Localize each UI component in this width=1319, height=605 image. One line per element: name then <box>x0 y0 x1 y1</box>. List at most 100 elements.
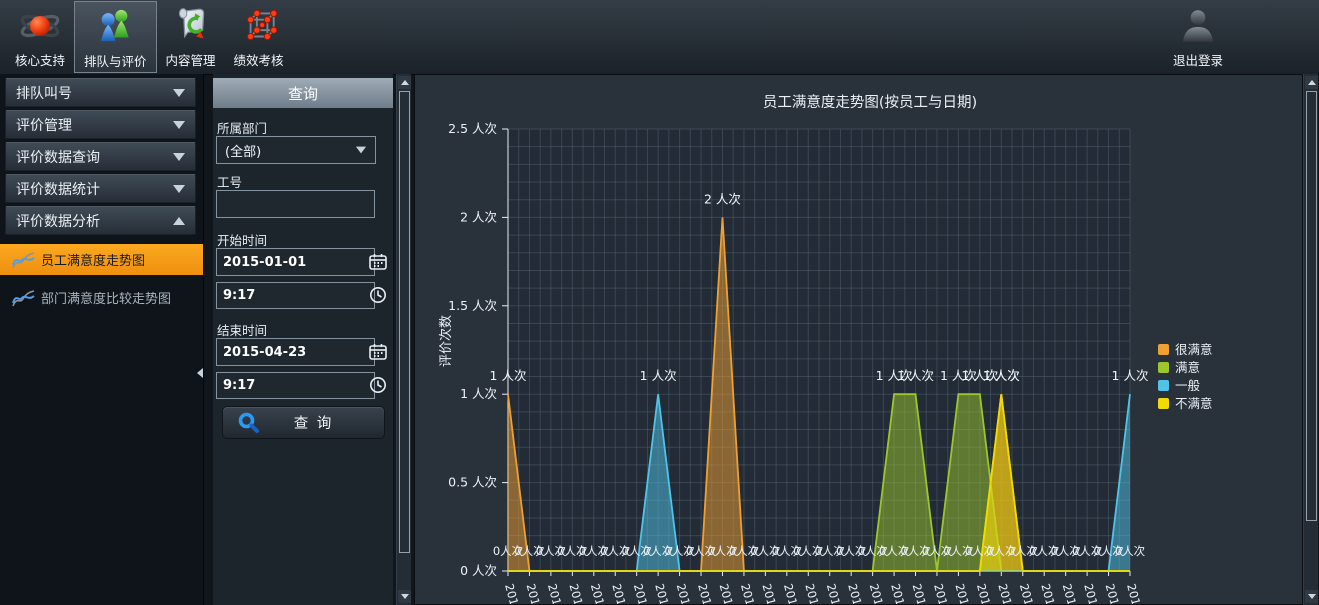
zero-data-labels: 0人次0人次0人次0人次0人次0人次0人次0人次0人次0人次0人次0人次0人次0… <box>493 544 1146 558</box>
department-value: (全部) <box>225 141 355 160</box>
end-date-field[interactable] <box>216 338 375 366</box>
person-icon <box>1177 5 1219 47</box>
logout-label: 退出登录 <box>1173 50 1223 69</box>
search-button-label: 查 询 <box>261 412 366 433</box>
sidebar-item-label: 部门满意度比较走势图 <box>41 288 171 307</box>
chart-legend: 很满意满意一般不满意 <box>1158 342 1213 411</box>
toolbar-item-label: 内容管理 <box>166 50 216 69</box>
toolbar-item-label: 排队与评价 <box>84 51 147 70</box>
svg-text:2015-: 2015- <box>888 582 910 605</box>
sidebar-section-排队叫号[interactable]: 排队叫号 <box>5 78 196 107</box>
toolbar-item-performance[interactable]: 绩效考核 <box>225 1 293 73</box>
calendar-icon[interactable] <box>368 252 388 272</box>
satisfaction-trend-chart: 员工满意度走势图(按员工与日期)评价次数0 人次0.5 人次1 人次1.5 人次… <box>425 75 1303 605</box>
sidebar-section-label: 评价数据统计 <box>16 179 173 199</box>
toolbar-item-group: 核心支持 排队与评价 内容管理 绩效考核 <box>6 1 293 73</box>
chart-line-icon <box>10 249 36 271</box>
sidebar-item-员工满意度走势图[interactable]: 员工满意度走势图 <box>0 244 203 275</box>
pawns-icon <box>94 6 136 48</box>
svg-text:0人次: 0人次 <box>1115 544 1146 558</box>
svg-text:2015-: 2015- <box>588 582 610 605</box>
query-panel-scrollbar[interactable] <box>396 74 411 605</box>
employee-id-label: 工号 <box>217 172 242 191</box>
svg-text:2015-: 2015- <box>802 582 824 605</box>
chart-line-icon <box>10 287 36 309</box>
toolbar-item-queue-and-eval[interactable]: 排队与评价 <box>74 1 157 73</box>
svg-text:很满意: 很满意 <box>1175 342 1213 357</box>
sidebar-section-label: 排队叫号 <box>16 83 173 103</box>
scrollbar-thumb[interactable] <box>399 91 410 553</box>
y-tick-label: 1.5 人次 <box>448 298 497 313</box>
svg-text:2015-: 2015- <box>953 582 975 605</box>
svg-text:2015-: 2015- <box>524 582 546 605</box>
sidebar-nav: 排队叫号评价管理评价数据查询评价数据统计评价数据分析 员工满意度走势图 部门满意… <box>0 74 204 605</box>
search-button[interactable]: 查 询 <box>222 406 385 439</box>
clock-icon[interactable] <box>368 375 388 395</box>
department-label: 所属部门 <box>217 118 267 137</box>
cube-icon <box>238 5 280 47</box>
sidebar-section-label: 评价管理 <box>16 115 173 135</box>
svg-text:2015-: 2015- <box>995 582 1017 605</box>
search-icon <box>237 411 261 435</box>
svg-text:一般: 一般 <box>1175 378 1201 393</box>
svg-text:1 人次: 1 人次 <box>1112 368 1149 383</box>
calendar-icon[interactable] <box>368 342 388 362</box>
svg-text:2015-: 2015- <box>609 582 631 605</box>
chevron-down-icon <box>173 153 185 161</box>
svg-text:1 人次: 1 人次 <box>490 368 527 383</box>
x-tick-labels: 2015-2015-2015-2015-2015-2015-2015-2015-… <box>502 582 1146 605</box>
sidebar-item-label: 员工满意度走势图 <box>41 250 145 269</box>
y-tick-label: 0.5 人次 <box>448 475 497 490</box>
department-select[interactable]: (全部) <box>216 136 376 164</box>
clock-icon[interactable] <box>368 285 388 305</box>
sidebar-section-评价数据统计[interactable]: 评价数据统计 <box>5 174 196 203</box>
toolbar-item-content-mgmt[interactable]: 内容管理 <box>157 1 225 73</box>
svg-text:2015-: 2015- <box>502 582 524 605</box>
svg-text:2015-: 2015- <box>652 582 674 605</box>
sidebar-section-评价数据分析[interactable]: 评价数据分析 <box>5 206 196 235</box>
svg-text:2015-: 2015- <box>566 582 588 605</box>
scroll-down-icon[interactable] <box>1305 590 1318 603</box>
scrollbar-thumb[interactable] <box>1306 91 1317 521</box>
chart-area: 员工满意度走势图(按员工与日期)评价次数0 人次0.5 人次1 人次1.5 人次… <box>414 74 1303 605</box>
svg-text:2015-: 2015- <box>674 582 696 605</box>
svg-text:2015-: 2015- <box>931 582 953 605</box>
y-tick-label: 2 人次 <box>460 209 497 224</box>
sidebar-section-评价管理[interactable]: 评价管理 <box>5 110 196 139</box>
scroll-up-icon[interactable] <box>398 76 411 89</box>
y-tick-label: 2.5 人次 <box>448 121 497 136</box>
svg-text:1 人次: 1 人次 <box>640 368 677 383</box>
employee-id-field[interactable] <box>216 190 375 218</box>
sidebar-item-部门满意度比较走势图[interactable]: 部门满意度比较走势图 <box>0 282 203 313</box>
scroll-down-icon[interactable] <box>398 590 411 603</box>
chart-scrollbar[interactable] <box>1303 74 1318 605</box>
svg-text:2015-: 2015- <box>631 582 653 605</box>
svg-text:1 人次: 1 人次 <box>897 368 934 383</box>
start-time-field[interactable] <box>216 282 375 309</box>
logout-button[interactable]: 退出登录 <box>1165 1 1231 81</box>
svg-text:2015-: 2015- <box>1103 582 1125 605</box>
sidebar-section-评价数据查询[interactable]: 评价数据查询 <box>5 142 196 171</box>
svg-text:1 人次: 1 人次 <box>983 368 1020 383</box>
sidebar-section-label: 评价数据分析 <box>16 211 173 231</box>
query-panel-header: 查询 <box>213 78 393 108</box>
end-time-field[interactable] <box>216 372 375 399</box>
start-time-label: 开始时间 <box>217 230 267 249</box>
svg-text:2015-: 2015- <box>545 582 567 605</box>
chevron-down-icon <box>356 147 366 154</box>
chevron-down-icon <box>173 121 185 129</box>
y-axis-title: 评价次数 <box>438 315 454 367</box>
svg-text:2015-: 2015- <box>781 582 803 605</box>
start-date-field[interactable] <box>216 248 375 276</box>
scroll-up-icon[interactable] <box>1305 76 1318 89</box>
toolbar-item-core-support[interactable]: 核心支持 <box>6 1 74 73</box>
sidebar-section-label: 评价数据查询 <box>16 147 173 167</box>
collapse-sidebar-icon[interactable] <box>197 368 203 378</box>
svg-text:2015-: 2015- <box>1081 582 1103 605</box>
atom-icon <box>19 5 61 47</box>
y-tick-label: 1 人次 <box>460 386 497 401</box>
svg-text:2015-: 2015- <box>717 582 739 605</box>
chevron-up-icon <box>173 217 185 225</box>
svg-text:2015-: 2015- <box>759 582 781 605</box>
chevron-down-icon <box>173 185 185 193</box>
